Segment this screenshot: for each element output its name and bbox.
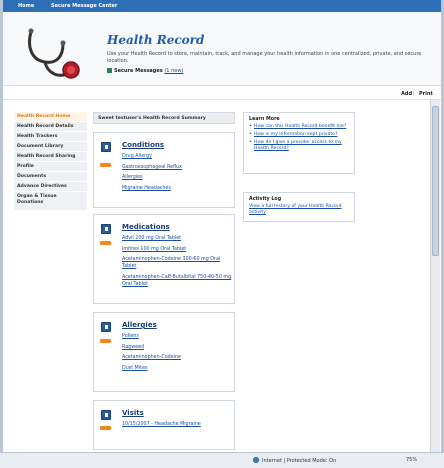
- browser-status-bar: Internet | Protected Mode: On 75%: [0, 452, 444, 468]
- medications-icon: [101, 224, 111, 234]
- condition-link[interactable]: Drug Allergy: [122, 153, 232, 160]
- visits-title[interactable]: Visits: [122, 409, 144, 417]
- leftnav-item-organ-tissue-donations[interactable]: Organ & Tissue Donations: [14, 192, 87, 211]
- secure-messages-label: Secure Messages: [114, 68, 163, 74]
- toolbar-separator: |: [413, 91, 415, 97]
- learn-more-link[interactable]: How is my information kept private?: [249, 132, 349, 138]
- new-badge: [100, 426, 111, 430]
- browser-window: Home Secure Message Center Health Record…: [3, 0, 441, 468]
- leftnav-item-documents[interactable]: Documents: [14, 172, 87, 182]
- globe-icon: [253, 457, 259, 463]
- stethoscope-icon: [28, 28, 80, 79]
- activity-log-title: Activity Log: [249, 197, 282, 202]
- medication-link[interactable]: Acetaminophen-Caff-Butalbital 750-40-50 …: [122, 274, 232, 288]
- header-banner: Health Record Use your Health Record to …: [3, 12, 441, 86]
- leftnav-item-profile[interactable]: Profile: [14, 162, 87, 172]
- visits-card: Visits 10/15/2007 - Headache Migraine: [93, 400, 235, 450]
- security-zone-label: Internet | Protected Mode: On: [262, 458, 337, 464]
- new-badge: [100, 163, 111, 167]
- leftnav-item-health-trackers[interactable]: Health Trackers: [14, 132, 87, 142]
- learn-more-title: Learn More: [249, 117, 280, 122]
- learn-more-panel: Learn More How can this Health Record be…: [243, 112, 355, 174]
- left-navigation: Health Record Home Health Record Details…: [14, 112, 87, 211]
- leftnav-item-health-record-details[interactable]: Health Record Details: [14, 122, 87, 132]
- page-title: Health Record: [107, 33, 205, 47]
- vertical-scrollbar[interactable]: [430, 100, 440, 452]
- medications-title[interactable]: Medications: [122, 223, 170, 231]
- condition-link[interactable]: Gastroesophageal Reflux: [122, 164, 232, 171]
- top-navigation-bar: Home Secure Message Center: [3, 0, 441, 12]
- toolbar: Add | Print: [3, 88, 441, 100]
- allergy-link[interactable]: Ragweed: [122, 344, 232, 351]
- allergy-link[interactable]: Acetaminophen-Codeine: [122, 354, 232, 361]
- condition-link[interactable]: Migraine Headaches: [122, 185, 232, 192]
- medication-link[interactable]: Acetaminophen-Codeine 300-60 mg Oral Tab…: [122, 256, 232, 270]
- conditions-icon: [101, 142, 111, 152]
- nav-secure-message-center-link[interactable]: Secure Message Center: [51, 3, 117, 9]
- activity-log-link[interactable]: View a full history of your Health Recor…: [249, 204, 349, 216]
- learn-more-link[interactable]: How can this Health Record benefit me?: [249, 124, 349, 130]
- allergy-link[interactable]: Pollens: [122, 333, 232, 340]
- leftnav-item-document-library[interactable]: Document Library: [14, 142, 87, 152]
- learn-more-link[interactable]: How do I give a provider access to my He…: [249, 140, 349, 152]
- add-button[interactable]: Add: [401, 91, 412, 97]
- page-description: Use your Health Record to store, maintai…: [107, 51, 422, 64]
- zoom-level[interactable]: 75%: [406, 457, 417, 463]
- leftnav-item-health-record-home[interactable]: Health Record Home: [14, 112, 87, 122]
- new-badge: [100, 241, 111, 245]
- conditions-card: Conditions Drug Allergy Gastroesophageal…: [93, 132, 235, 208]
- secure-messages-new-link[interactable]: (1 new): [164, 68, 183, 74]
- medications-card: Medications Advil 200 mg Oral Tablet Imi…: [93, 214, 235, 304]
- conditions-title[interactable]: Conditions: [122, 141, 164, 149]
- medication-link[interactable]: Imitrex 100 mg Oral Tablet: [122, 246, 232, 253]
- new-badge: [100, 339, 111, 343]
- message-icon: [107, 68, 112, 73]
- leftnav-item-health-record-sharing[interactable]: Health Record Sharing: [14, 152, 87, 162]
- medication-link[interactable]: Advil 200 mg Oral Tablet: [122, 235, 232, 242]
- summary-header: Sweet testuser's Health Record Summary: [93, 112, 235, 124]
- allergy-link[interactable]: Dust Mites: [122, 365, 232, 372]
- print-button[interactable]: Print: [419, 91, 433, 97]
- visits-icon: [101, 410, 111, 420]
- allergies-card: Allergies Pollens Ragweed Acetaminophen-…: [93, 312, 235, 392]
- leftnav-item-advance-directives[interactable]: Advance Directives: [14, 182, 87, 192]
- nav-home-link[interactable]: Home: [18, 3, 34, 9]
- condition-link[interactable]: Allergies: [122, 174, 232, 181]
- secure-messages: Secure Messages (1 new): [107, 68, 183, 74]
- allergies-title[interactable]: Allergies: [122, 321, 157, 329]
- visit-link[interactable]: 10/15/2007 - Headache Migraine: [122, 421, 232, 428]
- security-zone: Internet | Protected Mode: On: [253, 457, 336, 464]
- allergies-icon: [101, 322, 111, 332]
- scrollbar-thumb[interactable]: [432, 106, 439, 256]
- activity-log-panel: Activity Log View a full history of your…: [243, 192, 355, 222]
